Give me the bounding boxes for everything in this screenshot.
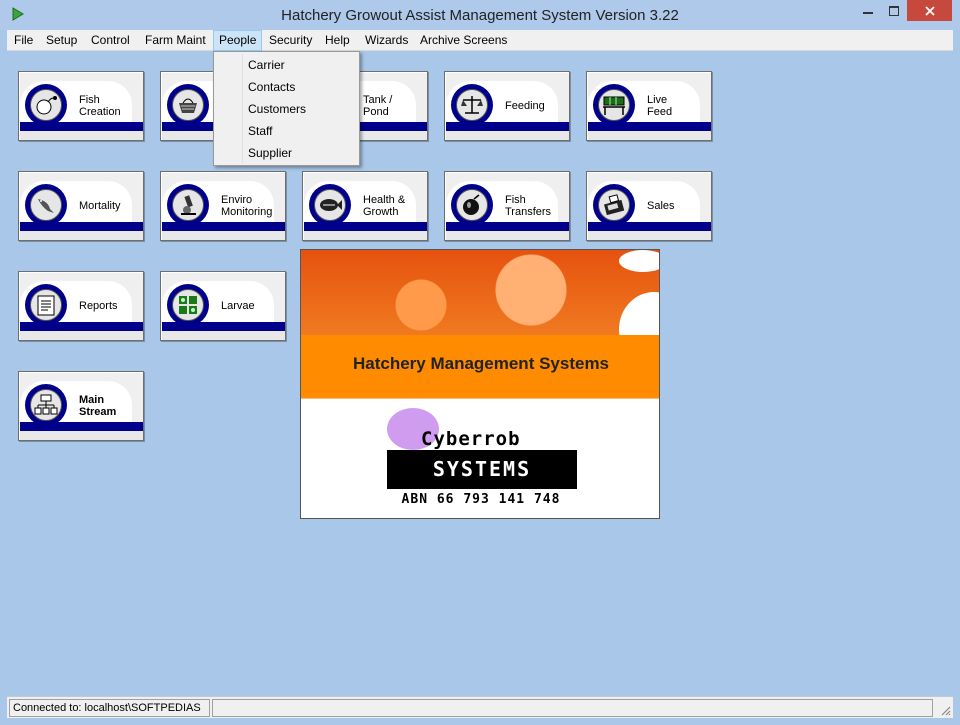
maximize-icon: [889, 5, 899, 16]
live-feed-button[interactable]: Live Feed: [586, 71, 712, 141]
feeding-label: Feeding: [505, 100, 545, 112]
minimize-button[interactable]: [855, 0, 881, 21]
menu-archive-screens[interactable]: Archive Screens: [415, 30, 512, 51]
org-chart-icon: [34, 394, 58, 415]
minimize-icon: [863, 11, 873, 14]
menu-security[interactable]: Security: [264, 30, 317, 51]
maximize-button[interactable]: [881, 0, 907, 21]
menu-help[interactable]: Help: [320, 30, 355, 51]
menu-wizards[interactable]: Wizards: [360, 30, 413, 51]
larvae-button[interactable]: Larvae: [160, 271, 286, 341]
main-stream-label: Main Stream: [79, 394, 117, 418]
aquarium-icon: [603, 96, 625, 115]
sales-button[interactable]: Sales: [586, 171, 712, 241]
health-growth-label: Health & Growth: [363, 194, 406, 218]
health-growth-button[interactable]: Health & Growth: [302, 171, 428, 241]
cash-register-icon: [604, 194, 625, 216]
fish-transfers-label: Fish Transfers: [505, 194, 552, 218]
reports-label: Reports: [79, 300, 118, 312]
status-panel-empty: [212, 699, 933, 717]
tank-pond-label: Tank / Pond: [363, 94, 393, 118]
menu-control[interactable]: Control: [86, 30, 135, 51]
menu-item-customers[interactable]: Customers: [214, 98, 359, 120]
status-bar: Connected to: localhost\SOFTPEDIAS: [7, 696, 953, 718]
splash-banner-image: [301, 250, 659, 335]
mortality-label: Mortality: [79, 200, 121, 212]
menu-farm-maint[interactable]: Farm Maint: [140, 30, 211, 51]
fish-bowl-icon: [463, 194, 480, 215]
connection-status: Connected to: localhost\SOFTPEDIAS: [9, 699, 210, 717]
splash-heading: Hatchery Management Systems: [352, 354, 610, 373]
abn-number: ABN 66 793 141 748: [401, 492, 561, 507]
basket-icon: [179, 98, 197, 113]
fish-creation-button[interactable]: Fish Creation: [18, 71, 144, 141]
menu-people[interactable]: People: [213, 30, 263, 51]
fish-transfers-button[interactable]: Fish Transfers: [444, 171, 570, 241]
sales-label: Sales: [647, 200, 675, 212]
scales-icon: [461, 96, 483, 114]
enviro-monitoring-button[interactable]: Enviro Monitoring: [160, 171, 286, 241]
larvae-label: Larvae: [221, 300, 255, 312]
close-button[interactable]: [907, 0, 952, 21]
menu-setup[interactable]: Setup: [41, 30, 82, 51]
splash-panel: Hatchery Management Systems Cyberrob SYS…: [300, 249, 660, 519]
title-bar: Hatchery Growout Assist Management Syste…: [0, 0, 960, 30]
people-dropdown-menu: Carrier Contacts Customers Staff Supplie…: [213, 51, 360, 166]
brand-name: Cyberrob: [421, 428, 521, 450]
menu-bar: File Setup Control Farm Maint People Sec…: [7, 30, 953, 51]
main-stream-button[interactable]: Main Stream: [18, 371, 144, 441]
menu-item-contacts[interactable]: Contacts: [214, 76, 359, 98]
window-title: Hatchery Growout Assist Management Syste…: [281, 7, 679, 24]
fish-creation-label: Fish Creation: [79, 94, 121, 118]
report-icon: [37, 295, 55, 316]
dead-fish-icon: [38, 199, 54, 213]
menu-item-staff[interactable]: Staff: [214, 120, 359, 142]
menu-item-supplier[interactable]: Supplier: [214, 142, 359, 164]
brand-systems: SYSTEMS: [387, 450, 577, 489]
feeding-button[interactable]: Feeding: [444, 71, 570, 141]
resize-grip-icon[interactable]: [939, 704, 951, 716]
menu-file[interactable]: File: [9, 30, 38, 51]
close-icon: [924, 5, 935, 16]
microscope-icon: [181, 195, 196, 215]
live-feed-label: Live Feed: [647, 94, 673, 118]
fish-icon: [320, 199, 342, 211]
fish-egg-icon: [36, 96, 57, 115]
menu-item-carrier[interactable]: Carrier: [214, 54, 359, 76]
larvae-icon: [179, 296, 197, 314]
reports-button[interactable]: Reports: [18, 271, 144, 341]
mortality-button[interactable]: Mortality: [18, 171, 144, 241]
enviro-monitoring-label: Enviro Monitoring: [221, 194, 273, 218]
